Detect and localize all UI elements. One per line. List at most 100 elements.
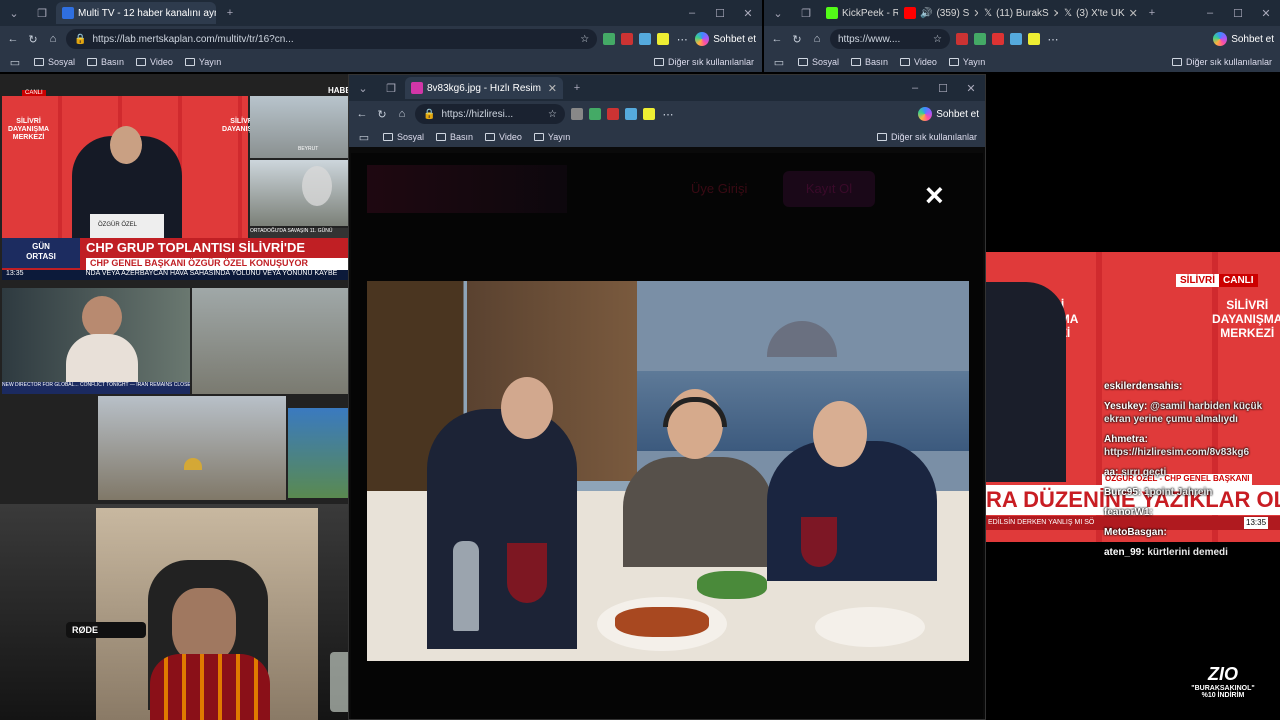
- speaker-icon[interactable]: 🔊: [920, 8, 932, 19]
- bookmark-folder[interactable]: Yayın: [184, 57, 221, 67]
- chat-button[interactable]: Sohbet et: [695, 32, 756, 46]
- back-icon[interactable]: ←: [770, 33, 784, 45]
- url-input[interactable]: https://www.... ☆: [830, 29, 950, 49]
- smoke-feed[interactable]: [250, 160, 348, 226]
- minimize-icon[interactable]: –: [1196, 7, 1224, 20]
- extension-icon[interactable]: [657, 33, 670, 45]
- bookmark-folder[interactable]: Yayın: [533, 132, 570, 142]
- maximize-icon[interactable]: ☐: [1224, 7, 1252, 20]
- tab-menu-icon[interactable]: ⌄: [764, 7, 792, 20]
- extension-icon[interactable]: [992, 33, 1004, 45]
- extension-icon[interactable]: [956, 33, 968, 45]
- chat-button[interactable]: Sohbet et: [918, 107, 979, 121]
- extension-icon[interactable]: [607, 108, 619, 120]
- lightbox-close-icon[interactable]: ×: [925, 179, 944, 211]
- bookmark-folder[interactable]: Sosyal: [798, 57, 839, 67]
- more-icon[interactable]: ⋯: [675, 33, 689, 46]
- signup-button[interactable]: Kayıt Ol: [783, 171, 875, 207]
- bookmark-folder[interactable]: Sosyal: [383, 132, 424, 142]
- star-icon[interactable]: ☆: [580, 34, 589, 45]
- close-tab-icon[interactable]: ✕: [1129, 7, 1138, 20]
- x-favicon-icon: 𝕏: [1064, 7, 1073, 19]
- other-bookmarks[interactable]: Diğer sık kullanılanlar: [876, 132, 977, 142]
- url-input[interactable]: 🔒 https://hizliresi... ☆: [415, 104, 565, 124]
- close-tab-icon[interactable]: ✕: [548, 82, 557, 95]
- minimize-icon[interactable]: –: [901, 82, 929, 95]
- new-tab-icon[interactable]: +: [1138, 7, 1166, 19]
- extension-icon[interactable]: [643, 108, 655, 120]
- home-icon[interactable]: ⌂: [810, 33, 824, 45]
- more-icon[interactable]: ⋯: [1046, 33, 1060, 46]
- other-bookmarks[interactable]: Diğer sık kullanılanlar: [653, 57, 754, 67]
- reading-list-icon[interactable]: ▭: [8, 56, 22, 69]
- tab-youtube[interactable]: 🔊 (359) S ✕: [898, 2, 978, 24]
- extension-icon[interactable]: [621, 33, 634, 45]
- login-link[interactable]: Üye Girişi: [691, 181, 747, 196]
- workspaces-icon[interactable]: ❐: [792, 7, 820, 20]
- home-icon[interactable]: ⌂: [46, 33, 60, 45]
- refresh-icon[interactable]: ↻: [375, 108, 389, 121]
- speaker-head: [110, 126, 142, 164]
- refresh-icon[interactable]: ↻: [26, 33, 40, 46]
- news-feed-main[interactable]: SİLİVRİ DAYANIŞMA MERKEZİ SİLİVRİ DAYANI…: [2, 90, 263, 238]
- tab-multitv[interactable]: Multi TV - 12 haber kanalını aynı a ✕: [56, 2, 216, 24]
- extension-icon[interactable]: [1028, 33, 1040, 45]
- bookmark-folder[interactable]: Video: [485, 132, 522, 142]
- refresh-icon[interactable]: ↻: [790, 33, 804, 46]
- reading-list-icon[interactable]: ▭: [772, 56, 786, 69]
- close-window-icon[interactable]: ✕: [957, 82, 985, 95]
- bookmark-folder[interactable]: Video: [900, 57, 937, 67]
- lightbox-image[interactable]: [367, 281, 969, 661]
- extension-icon[interactable]: [625, 108, 637, 120]
- back-icon[interactable]: ←: [355, 108, 369, 120]
- other-bookmarks[interactable]: Diğer sık kullanılanlar: [1171, 57, 1272, 67]
- chat-message: Burc95: 1point Jahrein: [1104, 486, 1276, 499]
- workspaces-icon[interactable]: ❐: [28, 7, 56, 20]
- tab-kickpeek[interactable]: KickPeek - R ✕: [820, 2, 898, 24]
- minimize-icon[interactable]: –: [678, 7, 706, 20]
- backdrop-text: SİLİVRİ DAYANIŞMA MERKEZİ: [1212, 298, 1280, 340]
- folder-icon: [383, 133, 393, 141]
- more-icon[interactable]: ⋯: [661, 108, 675, 121]
- reading-list-icon[interactable]: ▭: [357, 131, 371, 144]
- ticker: 13:35 NDA VEYA AZERBAYCAN HAVA SAHASINDA…: [2, 270, 348, 280]
- jerusalem-feed[interactable]: [98, 396, 286, 500]
- workspaces-icon[interactable]: ❐: [377, 82, 405, 95]
- bookmark-folder[interactable]: Basın: [436, 132, 473, 142]
- back-icon[interactable]: ←: [6, 33, 20, 45]
- tab-menu-icon[interactable]: ⌄: [349, 82, 377, 95]
- tab-menu-icon[interactable]: ⌄: [0, 7, 28, 20]
- bookmark-folder[interactable]: Basın: [87, 57, 124, 67]
- extension-icon[interactable]: [1010, 33, 1022, 45]
- extension-icon[interactable]: [589, 108, 601, 120]
- chat-button[interactable]: Sohbet et: [1213, 32, 1274, 46]
- mini-feeds[interactable]: [288, 408, 348, 498]
- interview-feed[interactable]: NEW DIRECTOR FOR GLOBAL... CONFLICT TONI…: [2, 288, 190, 394]
- tab-x-burak[interactable]: 𝕏 (11) BurakS ✕: [978, 2, 1058, 24]
- close-window-icon[interactable]: ✕: [1252, 7, 1280, 20]
- folder-icon: [876, 133, 887, 141]
- city-feed[interactable]: BEYRUT: [250, 96, 348, 158]
- extension-icon[interactable]: [603, 33, 616, 45]
- star-icon[interactable]: ☆: [548, 109, 557, 120]
- sponsor-badge: ZIO "BURAKSAKINOL" %10 İNDİRİM: [1176, 664, 1270, 699]
- close-window-icon[interactable]: ✕: [734, 7, 762, 20]
- url-input[interactable]: 🔒 https://lab.mertskaplan.com/multitv/tr…: [66, 29, 598, 49]
- maximize-icon[interactable]: ☐: [706, 7, 734, 20]
- maximize-icon[interactable]: ☐: [929, 82, 957, 95]
- new-tab-icon[interactable]: +: [216, 7, 244, 19]
- live-channel: SİLİVRİ: [1176, 274, 1220, 287]
- star-icon[interactable]: ☆: [933, 34, 942, 45]
- bookmark-folder[interactable]: Video: [136, 57, 173, 67]
- bookmark-folder[interactable]: Sosyal: [34, 57, 75, 67]
- bookmark-folder[interactable]: Basın: [851, 57, 888, 67]
- aerial-feed[interactable]: [192, 288, 348, 394]
- extension-icon[interactable]: [974, 33, 986, 45]
- bookmark-folder[interactable]: Yayın: [948, 57, 985, 67]
- tab-hizliresim[interactable]: 8v83kg6.jpg - Hızlı Resim ✕: [405, 77, 563, 99]
- extension-icon[interactable]: [639, 33, 652, 45]
- new-tab-icon[interactable]: +: [563, 82, 591, 94]
- extension-icon[interactable]: [571, 108, 583, 120]
- home-icon[interactable]: ⌂: [395, 108, 409, 120]
- tab-x-uk[interactable]: 𝕏 (3) X'te UK ✕: [1058, 2, 1138, 24]
